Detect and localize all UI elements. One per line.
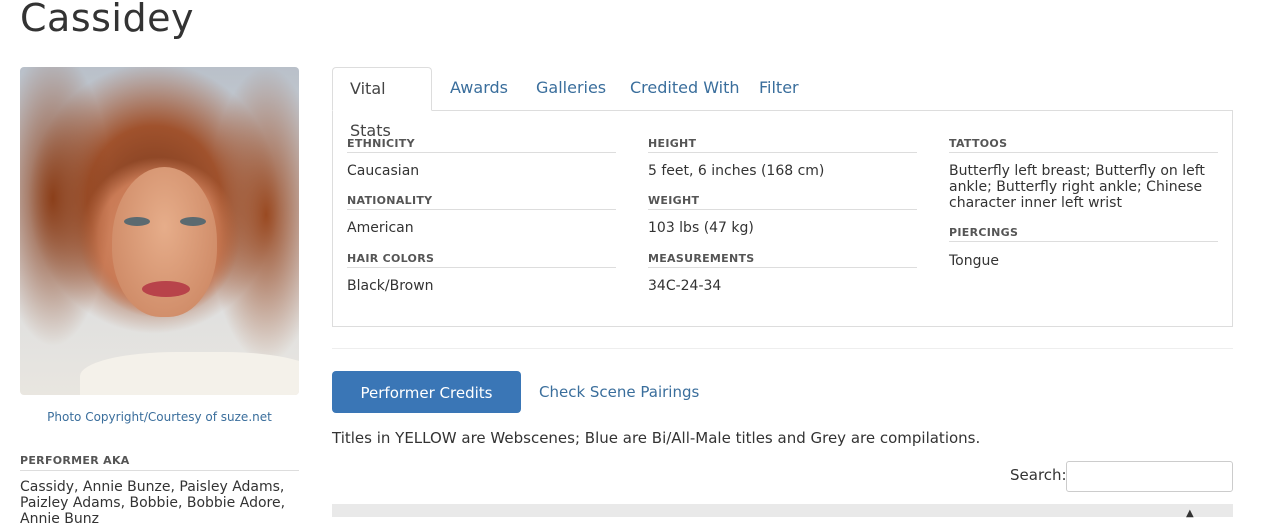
vital-stats-panel: ETHNICITY Caucasian NATIONALITY American… [332, 110, 1233, 327]
tab-bar: Vital Stats Awards Galleries Credited Wi… [332, 67, 1233, 140]
section-divider [332, 348, 1233, 349]
measurements-label: MEASUREMENTS [648, 252, 917, 268]
performer-photo [20, 67, 299, 395]
piercings-value: Tongue [949, 253, 999, 269]
piercings-label: PIERCINGS [949, 226, 1218, 242]
nationality-value: American [347, 220, 414, 236]
nationality-label: NATIONALITY [347, 194, 616, 210]
ethnicity-value: Caucasian [347, 163, 420, 179]
height-value: 5 feet, 6 inches (168 cm) [648, 163, 825, 179]
hair-colors-label: HAIR COLORS [347, 252, 616, 268]
tab-awards[interactable]: Awards [433, 67, 525, 111]
tattoos-label: TATTOOS [949, 137, 1218, 153]
tab-credited-with[interactable]: Credited With [613, 67, 757, 111]
height-label: HEIGHT [648, 137, 917, 153]
check-scene-pairings-link[interactable]: Check Scene Pairings [539, 371, 699, 413]
tab-galleries[interactable]: Galleries [519, 67, 623, 111]
search-label: Search: [1010, 466, 1067, 484]
performer-credits-button[interactable]: Performer Credits (194) [332, 371, 521, 444]
performer-aka-label: PERFORMER AKA [20, 454, 299, 471]
title-color-legend: Titles in YELLOW are Webscenes; Blue are… [332, 429, 981, 447]
measurements-value: 34C-24-34 [648, 278, 722, 294]
weight-value: 103 lbs (47 kg) [648, 220, 754, 236]
credits-table-header[interactable] [332, 504, 1233, 517]
tattoos-value: Butterfly left breast; Butterfly on left… [949, 163, 1205, 211]
tab-vital-stats[interactable]: Vital Stats [332, 67, 432, 140]
photo-caption-link[interactable]: Photo Copyright/Courtesy of suze.net [20, 410, 299, 424]
sort-icon[interactable]: ▲ [1186, 509, 1196, 519]
page-title: Cassidey [20, 0, 194, 40]
search-input[interactable] [1066, 461, 1233, 492]
tab-filter[interactable]: Filter [742, 67, 816, 111]
hair-colors-value: Black/Brown [347, 278, 434, 294]
performer-aka-value: Cassidy, Annie Bunze, Paisley Adams, Pai… [20, 479, 286, 527]
weight-label: WEIGHT [648, 194, 917, 210]
